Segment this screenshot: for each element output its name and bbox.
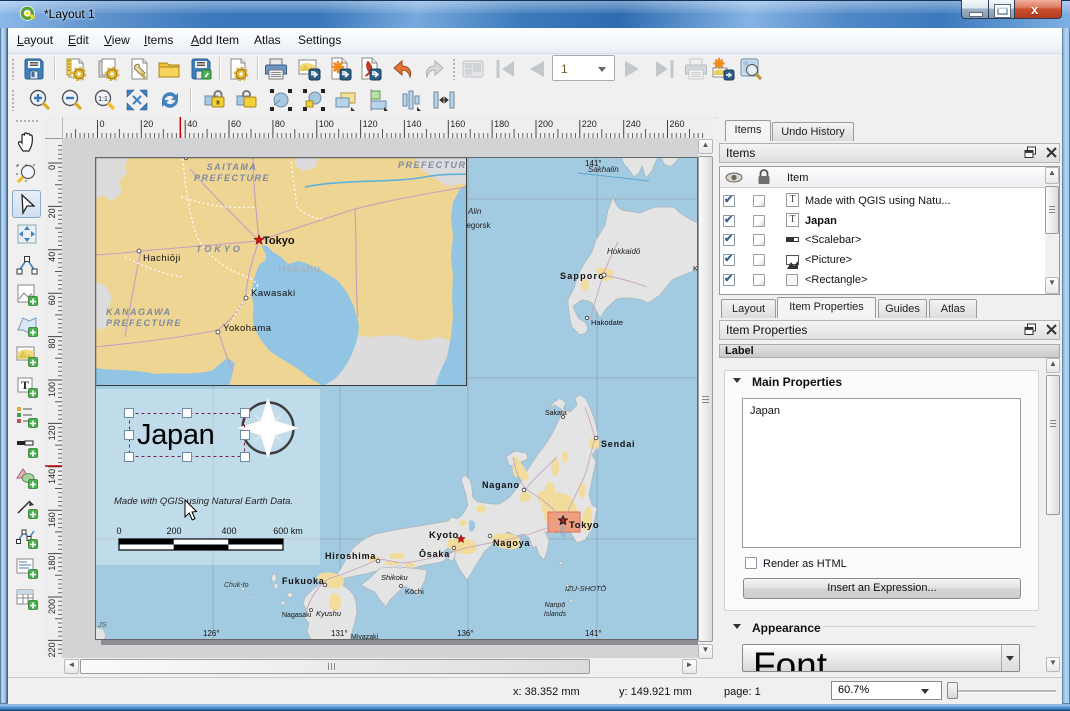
svg-text:Nagano: Nagano	[482, 480, 520, 490]
svg-text:200: 200	[166, 526, 181, 536]
svg-text:Kōchi: Kōchi	[405, 587, 424, 596]
svg-text:Islands: Islands	[544, 611, 567, 618]
svg-text:180: 180	[494, 119, 509, 129]
svg-text:Hachiōji: Hachiōji	[143, 253, 181, 264]
svg-text:100: 100	[47, 382, 57, 397]
svg-text:Kyushu: Kyushu	[316, 609, 342, 618]
svg-text:120: 120	[363, 119, 378, 129]
svg-text:0: 0	[100, 119, 105, 129]
svg-text:600 km: 600 km	[273, 526, 303, 536]
svg-text:200: 200	[47, 599, 57, 614]
svg-text:Sendai: Sendai	[601, 439, 635, 449]
svg-text:Hakodate: Hakodate	[591, 318, 623, 327]
svg-text:40: 40	[187, 119, 197, 129]
svg-text:141°: 141°	[585, 629, 602, 638]
svg-text:20: 20	[47, 208, 57, 218]
svg-text:136°: 136°	[457, 629, 474, 638]
svg-text:Kawasaki: Kawasaki	[251, 288, 296, 299]
svg-text:Ōsaka: Ōsaka	[419, 549, 450, 559]
svg-text:140: 140	[47, 469, 57, 484]
svg-text:200: 200	[538, 119, 553, 129]
svg-text:80: 80	[47, 339, 57, 349]
svg-text:TOKYO: TOKYO	[196, 244, 243, 254]
svg-text:Hiroshima: Hiroshima	[325, 551, 376, 561]
svg-text:60: 60	[47, 295, 57, 305]
svg-text:Shikoku: Shikoku	[381, 573, 409, 582]
svg-text:Nagasaki: Nagasaki	[282, 612, 312, 619]
svg-text:160: 160	[47, 512, 57, 527]
svg-text:PREFECTURE: PREFECTURE	[106, 318, 182, 328]
svg-text:PREFECTURE: PREFECTURE	[398, 160, 474, 170]
svg-text:Tokyo: Tokyo	[569, 520, 599, 531]
svg-text:120: 120	[47, 425, 57, 440]
svg-text:Nanpō: Nanpō	[545, 602, 566, 609]
svg-text:Sakhalin: Sakhalin	[588, 165, 619, 174]
svg-text:Sapporo: Sapporo	[560, 271, 605, 281]
svg-text:131°: 131°	[331, 629, 348, 638]
svg-text:40: 40	[47, 252, 57, 262]
svg-text:Tokyo: Tokyo	[263, 235, 295, 247]
svg-text:KANAGAWA: KANAGAWA	[106, 307, 172, 317]
svg-text:260: 260	[670, 119, 685, 129]
svg-text:IZU-SHOTŌ: IZU-SHOTŌ	[565, 584, 606, 593]
svg-text:Alin: Alin	[467, 207, 482, 216]
svg-text:400: 400	[221, 526, 236, 536]
svg-text:SAITAMA: SAITAMA	[207, 162, 258, 172]
svg-text:Nagoya: Nagoya	[493, 538, 531, 548]
svg-text:220: 220	[582, 119, 597, 129]
svg-text:Kyoto: Kyoto	[429, 530, 459, 541]
svg-text:140: 140	[406, 119, 421, 129]
svg-text:100: 100	[319, 119, 334, 129]
svg-text:60: 60	[231, 119, 241, 129]
svg-text:Chuk-to: Chuk-to	[224, 582, 249, 589]
svg-text:T: T	[21, 378, 29, 392]
svg-text:Fukuoka: Fukuoka	[282, 576, 325, 586]
svg-text:0: 0	[116, 526, 121, 536]
svg-text:1:1: 1:1	[98, 96, 108, 103]
svg-text:Honshu: Honshu	[278, 264, 321, 275]
svg-text:126°: 126°	[203, 629, 220, 638]
svg-text:240: 240	[626, 119, 641, 129]
svg-text:220: 220	[47, 642, 57, 657]
svg-text:80: 80	[275, 119, 285, 129]
svg-text:Hokkaidō: Hokkaidō	[607, 247, 641, 256]
svg-text:0: 0	[47, 165, 57, 170]
svg-text:160: 160	[450, 119, 465, 129]
svg-text:180: 180	[47, 556, 57, 571]
svg-text:PREFECTURE: PREFECTURE	[194, 173, 270, 183]
svg-text:20: 20	[143, 119, 153, 129]
svg-text:JS: JS	[97, 620, 107, 629]
svg-text:Japan: Japan	[137, 419, 215, 451]
svg-text:Yokohama: Yokohama	[223, 323, 272, 334]
svg-text:Made with QGIS using Natural E: Made with QGIS using Natural Earth Data.	[114, 496, 293, 507]
